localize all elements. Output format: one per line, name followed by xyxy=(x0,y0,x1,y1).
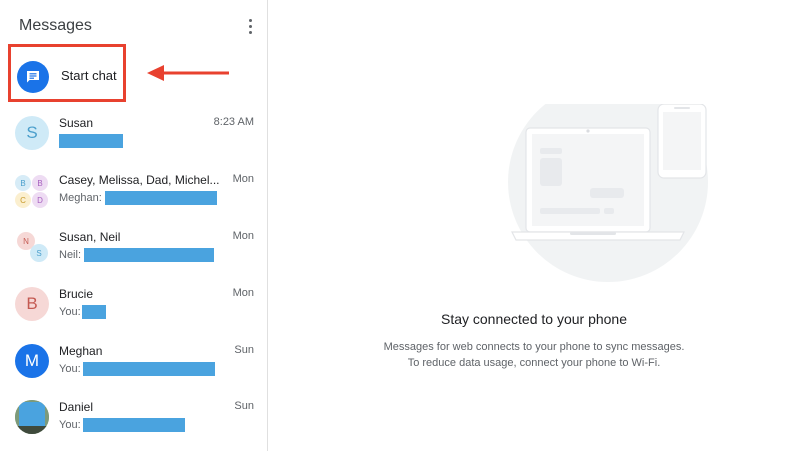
more-vert-icon[interactable] xyxy=(240,15,260,37)
conversation-snippet: You: xyxy=(59,418,185,432)
main-panel: Stay connected to your phone Messages fo… xyxy=(268,0,800,451)
conversation-time: Sun xyxy=(234,400,254,412)
laptop-phone-illustration xyxy=(508,104,708,282)
conversation-item[interactable]: N S Susan, Neil Mon Neil: xyxy=(0,230,268,284)
snippet-prefix: You: xyxy=(59,419,81,431)
start-chat-label: Start chat xyxy=(61,68,117,83)
chat-bubble-icon xyxy=(17,61,49,93)
avatar: C xyxy=(15,192,31,208)
redacted-text xyxy=(84,248,215,262)
conversation-name: Casey, Melissa, Dad, Michel... xyxy=(59,173,220,187)
empty-state-line-1: Messages for web connects to your phone … xyxy=(383,341,685,353)
conversation-snippet: Meghan: xyxy=(59,191,217,205)
photo-avatar-icon xyxy=(15,400,49,434)
avatar: B xyxy=(15,287,49,321)
snippet-prefix: Neil: xyxy=(59,249,82,261)
conversation-sidebar: Messages Start chat S Susan 8:23 AM B B … xyxy=(0,0,268,451)
conversation-time: Mon xyxy=(232,287,254,299)
conversation-time: 8:23 AM xyxy=(213,116,254,128)
group-avatar: B B C D xyxy=(13,173,53,213)
conversation-time: Sun xyxy=(234,344,254,356)
avatar: B xyxy=(32,175,48,191)
snippet-prefix: You: xyxy=(59,306,81,318)
arrow-left-icon xyxy=(147,65,229,81)
app-title: Messages xyxy=(19,17,92,34)
snippet-prefix: You: xyxy=(59,363,81,375)
avatar: S xyxy=(30,244,48,262)
conversation-name: Brucie xyxy=(59,287,94,301)
conversation-item[interactable]: S Susan 8:23 AM xyxy=(0,116,268,170)
conversation-item[interactable]: B B C D Casey, Melissa, Dad, Michel... M… xyxy=(0,173,268,227)
redacted-text xyxy=(82,418,185,432)
messages-app: Messages Start chat S Susan 8:23 AM B B … xyxy=(0,0,800,451)
conversation-name: Meghan xyxy=(59,344,103,358)
conversation-snippet: You: xyxy=(59,305,106,319)
conversation-name: Susan xyxy=(59,116,94,130)
avatar: B xyxy=(15,175,31,191)
conversation-item[interactable]: Daniel Sun You: xyxy=(0,400,268,454)
redacted-text xyxy=(81,305,106,319)
conversation-item[interactable]: M Meghan Sun You: xyxy=(0,344,268,398)
conversation-snippet: Neil: xyxy=(59,248,215,262)
conversation-time: Mon xyxy=(232,173,254,185)
conversation-time: Mon xyxy=(232,230,254,242)
avatar: M xyxy=(15,344,49,378)
conversation-snippet: You: xyxy=(59,362,215,376)
conversation-name: Susan, Neil xyxy=(59,230,121,244)
snippet-prefix: Meghan: xyxy=(59,192,102,204)
avatar xyxy=(15,400,49,434)
group-avatar: N S xyxy=(13,230,53,270)
empty-state-heading: Stay connected to your phone xyxy=(440,311,628,327)
conversation-snippet xyxy=(59,134,123,148)
conversation-name: Daniel xyxy=(59,400,94,414)
start-chat-button[interactable]: Start chat xyxy=(8,44,126,102)
redacted-text xyxy=(104,191,217,205)
avatar: D xyxy=(32,192,48,208)
redacted-text xyxy=(82,362,215,376)
empty-state-line-2: To reduce data usage, connect your phone… xyxy=(407,357,661,369)
avatar: S xyxy=(15,116,49,150)
redacted-text xyxy=(59,134,123,148)
conversation-item[interactable]: B Brucie Mon You: xyxy=(0,287,268,341)
